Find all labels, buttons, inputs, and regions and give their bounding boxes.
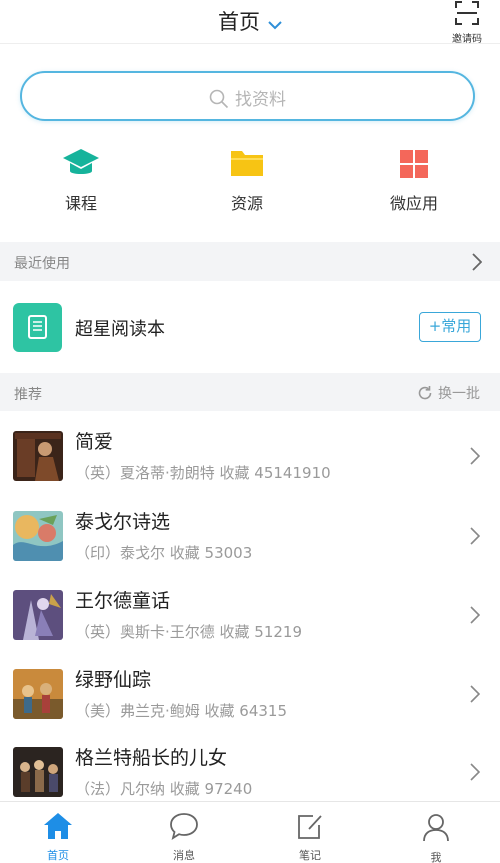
add-to-common-button[interactable]: +常用	[419, 312, 481, 342]
search-icon	[209, 89, 229, 109]
person-icon	[423, 814, 449, 842]
tab-notes[interactable]: 笔记	[270, 812, 350, 863]
tab-label: 首页	[47, 849, 69, 862]
quick-link-label: 微应用	[389, 194, 438, 213]
note-edit-icon	[298, 815, 322, 839]
book-item[interactable]: 简爱 （英）夏洛蒂·勃朗特 收藏 45141910	[0, 431, 500, 509]
recent-app-name: 超星阅读本	[75, 319, 165, 340]
chevron-right-icon	[470, 447, 480, 465]
chevron-right-icon	[470, 763, 480, 781]
graduation-cap-icon	[63, 149, 99, 174]
book-cover	[13, 669, 63, 719]
invite-code-button[interactable]: 邀请码	[450, 0, 484, 45]
book-title: 绿野仙踪	[75, 669, 152, 691]
scan-icon	[455, 1, 479, 25]
quick-link-resources[interactable]: 资源	[187, 146, 307, 214]
app-grid-icon	[400, 150, 428, 178]
book-item[interactable]: 绿野仙踪 （美）弗兰克·鲍姆 收藏 64315	[0, 669, 500, 747]
book-item[interactable]: 泰戈尔诗选 （印）泰戈尔 收藏 53003	[0, 511, 500, 589]
location-selector[interactable]: 首页	[0, 6, 500, 36]
book-meta: （英）夏洛蒂·勃朗特 收藏 45141910	[75, 464, 331, 482]
search-bar[interactable]: 找资料	[20, 71, 475, 121]
quick-link-micro-apps[interactable]: 微应用	[354, 146, 474, 214]
chevron-right-icon	[472, 253, 482, 271]
invite-code-label: 邀请码	[452, 34, 482, 45]
book-title: 简爱	[75, 431, 114, 453]
book-meta: （美）弗兰克·鲍姆 收藏 64315	[75, 702, 288, 720]
tab-me[interactable]: 我	[396, 812, 476, 863]
search-placeholder: 找资料	[235, 90, 286, 110]
book-item[interactable]: 王尔德童话 （英）奥斯卡·王尔德 收藏 51219	[0, 590, 500, 668]
quick-link-courses[interactable]: 课程	[21, 146, 141, 214]
chevron-right-icon	[470, 685, 480, 703]
quick-link-label: 资源	[230, 194, 263, 213]
book-meta: （法）凡尔纳 收藏 97240	[75, 780, 253, 798]
refresh-button[interactable]: 换一批	[417, 383, 480, 403]
book-meta: （印）泰戈尔 收藏 53003	[75, 544, 253, 562]
reader-icon	[13, 303, 62, 352]
chevron-right-icon	[470, 606, 480, 624]
book-title: 格兰特船长的儿女	[75, 747, 228, 769]
recommend-section-title: 推荐	[14, 387, 42, 403]
book-cover	[13, 747, 63, 797]
refresh-icon	[418, 386, 432, 400]
tab-label: 我	[430, 851, 442, 863]
recommend-section-header: 推荐 换一批	[0, 373, 500, 411]
book-cover	[13, 511, 63, 561]
page-title: 首页	[218, 10, 260, 34]
home-icon	[44, 813, 72, 839]
tab-home[interactable]: 首页	[18, 812, 98, 863]
tab-label: 笔记	[299, 849, 321, 862]
recent-section-title: 最近使用	[14, 256, 70, 272]
book-cover	[13, 431, 63, 481]
chevron-right-icon	[470, 527, 480, 545]
chat-bubble-icon	[170, 813, 198, 840]
folder-icon	[231, 151, 263, 176]
tab-messages[interactable]: 消息	[144, 812, 224, 863]
tab-label: 消息	[173, 849, 195, 862]
bottom-tab-bar: 首页 消息 笔记 我	[0, 801, 500, 863]
recent-app-row[interactable]: 超星阅读本 +常用	[0, 281, 500, 373]
book-meta: （英）奥斯卡·王尔德 收藏 51219	[75, 623, 303, 641]
chevron-down-icon	[268, 11, 282, 35]
book-title: 王尔德童话	[75, 590, 171, 612]
book-title: 泰戈尔诗选	[75, 511, 171, 533]
refresh-label: 换一批	[438, 386, 480, 402]
book-cover	[13, 590, 63, 640]
recent-section-header[interactable]: 最近使用	[0, 242, 500, 281]
quick-link-label: 课程	[64, 194, 97, 213]
top-bar: 首页 邀请码	[0, 0, 500, 45]
